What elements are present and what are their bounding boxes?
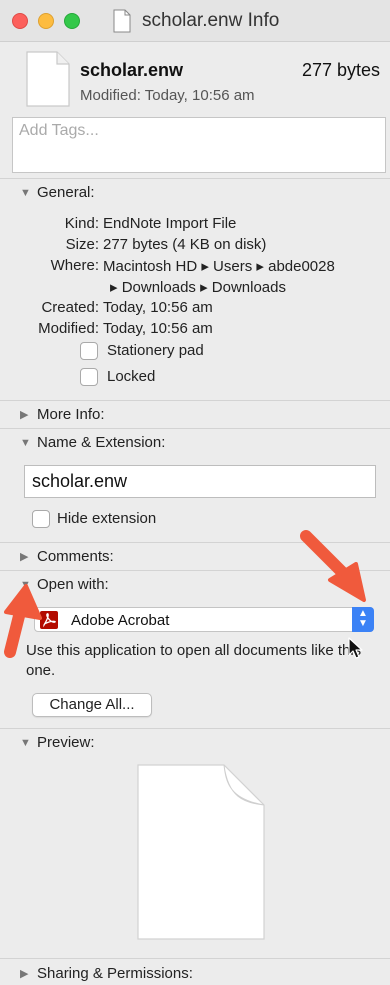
locked-label: Locked (107, 368, 156, 385)
sharing-permissions-header[interactable]: ▶ Sharing & Permissions: (20, 965, 193, 982)
file-name-field[interactable]: scholar.enw (24, 465, 376, 498)
title-bar: scholar.enw Info (0, 0, 390, 42)
stationery-pad-label: Stationery pad (107, 342, 204, 359)
modified-value: Today, 10:56 am (103, 320, 213, 337)
info-header: scholar.enw 277 bytes Modified: Today, 1… (0, 42, 390, 114)
open-with-description: Use this application to open all documen… (26, 642, 362, 679)
created-label: Created: (41, 299, 99, 316)
preview-header[interactable]: ▼ Preview: (20, 734, 95, 751)
size-label: Size: (65, 236, 99, 253)
annotation-arrow-icon (300, 530, 366, 602)
file-modified: Modified: Today, 10:56 am (80, 87, 255, 104)
hide-extension-label: Hide extension (57, 510, 157, 527)
mouse-cursor-icon (348, 637, 363, 659)
sharing-permissions-header-label: Sharing & Permissions: (37, 965, 193, 982)
comments-header[interactable]: ▶ Comments: (20, 548, 114, 565)
where-label: Where: (50, 257, 99, 274)
locked-checkbox[interactable] (80, 368, 98, 386)
name-extension-header-label: Name & Extension: (37, 434, 166, 451)
modified-label: Modified: (38, 320, 99, 337)
disclosure-open-icon: ▼ (20, 436, 31, 449)
preview-header-label: Preview: (37, 734, 95, 751)
chevron-up-down-icon[interactable]: ▲ ▼ (352, 607, 374, 632)
size-value: 277 bytes (4 KB on disk) (103, 236, 267, 253)
where-value: Macintosh HD ▸ Users ▸ abde0028 (103, 258, 335, 275)
document-icon (26, 51, 70, 107)
document-preview-icon (137, 764, 265, 940)
close-button[interactable] (12, 13, 28, 29)
disclosure-open-icon: ▼ (20, 736, 31, 749)
disclosure-closed-icon: ▶ (20, 968, 29, 980)
hide-extension-checkbox[interactable] (32, 510, 50, 528)
file-size: 277 bytes (301, 60, 380, 80)
open-with-app-name: Adobe Acrobat (71, 612, 170, 629)
document-icon (113, 9, 131, 33)
tags-input[interactable]: Add Tags... (12, 117, 386, 173)
kind-value: EndNote Import File (103, 215, 237, 232)
sharing-permissions-section: ▶ Sharing & Permissions: (0, 958, 390, 985)
minimize-button[interactable] (38, 13, 54, 29)
general-header[interactable]: ▼ General: (20, 184, 95, 201)
disclosure-open-icon: ▼ (20, 186, 31, 199)
where-value-continued: ▸ Downloads ▸ Downloads (110, 279, 286, 296)
stationery-pad-checkbox[interactable] (80, 342, 98, 360)
annotation-arrow-icon (4, 584, 42, 658)
general-section: ▼ General: Kind: EndNote Import File Siz… (0, 178, 390, 400)
more-info-header[interactable]: ▶ More Info: (20, 406, 105, 423)
name-extension-header[interactable]: ▼ Name & Extension: (20, 434, 165, 451)
more-info-header-label: More Info: (37, 406, 105, 423)
disclosure-closed-icon: ▶ (20, 409, 29, 421)
more-info-section: ▶ More Info: (0, 400, 390, 428)
disclosure-closed-icon: ▶ (20, 551, 29, 563)
kind-label: Kind: (64, 215, 99, 232)
window-title: scholar.enw Info (142, 10, 280, 31)
created-value: Today, 10:56 am (103, 299, 213, 316)
general-header-label: General: (37, 184, 95, 201)
comments-header-label: Comments: (37, 548, 114, 565)
open-with-app-select[interactable]: Adobe Acrobat ▲ ▼ (34, 607, 374, 632)
change-all-button[interactable]: Change All... (32, 693, 152, 717)
file-name: scholar.enw (80, 60, 184, 80)
zoom-button[interactable] (64, 13, 80, 29)
